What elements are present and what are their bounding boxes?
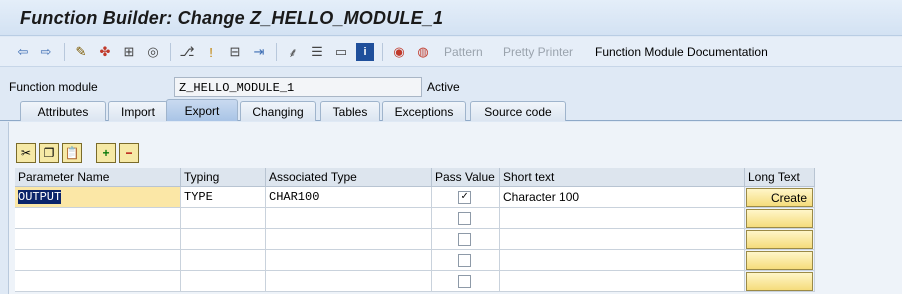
pass-value-checkbox[interactable] — [458, 233, 471, 246]
pass-value-cell — [432, 208, 500, 229]
tab-export[interactable]: Export — [166, 99, 238, 121]
column-header-typing[interactable]: Typing — [181, 168, 266, 187]
paste-icon[interactable]: 📋 — [62, 143, 82, 163]
parameter-name-cell[interactable] — [15, 250, 181, 271]
tab-changing[interactable]: Changing — [240, 101, 316, 121]
navigate-icon[interactable]: ⎇ — [178, 43, 196, 61]
column-header-pass-value[interactable]: Pass Value — [432, 168, 500, 187]
forward-arrow-icon[interactable]: ⇨ — [37, 43, 55, 61]
typing-cell[interactable]: TYPE — [181, 187, 266, 208]
short-text-cell[interactable] — [500, 250, 745, 271]
table-row — [15, 271, 815, 292]
long-text-button[interactable] — [746, 230, 813, 249]
where-used-icon[interactable]: ◎ — [144, 43, 162, 61]
typing-cell[interactable] — [181, 250, 266, 271]
display-object-list-icon[interactable]: ǃ — [202, 43, 220, 61]
pass-value-checkbox[interactable] — [458, 275, 471, 288]
parameter-name-text: OUTPUT — [18, 190, 62, 204]
title-bar: Function Builder: Change Z_HELLO_MODULE_… — [0, 0, 902, 36]
function-module-label: Function module — [9, 80, 98, 94]
window-title: Function Builder: Change Z_HELLO_MODULE_… — [20, 8, 444, 28]
long-text-cell: Create — [745, 187, 815, 208]
stack-icon[interactable]: ⸙ — [284, 43, 302, 61]
pass-value-checkbox[interactable] — [458, 254, 471, 267]
object-list-icon[interactable]: ⊞ — [120, 43, 138, 61]
pass-value-checkbox[interactable]: ✓ — [458, 191, 471, 204]
tab-strip: Attributes Import Export Changing Tables… — [0, 99, 902, 121]
application-toolbar: ⇦ ⇨ ✎ ✤ ⊞ ◎ ⎇ ǃ ⊟ ⇥ ⸙ ☰ ▭ i ◉ ◍ Pattern … — [0, 37, 902, 67]
column-header-parameter-name[interactable]: Parameter Name — [15, 168, 181, 187]
pass-value-cell — [432, 229, 500, 250]
parameter-name-cell[interactable] — [15, 271, 181, 292]
long-text-cell — [745, 208, 815, 229]
parameter-name-cell[interactable] — [15, 229, 181, 250]
delete-icon[interactable]: ◍ — [414, 43, 432, 61]
tab-tables[interactable]: Tables — [320, 101, 380, 121]
delete-row-icon[interactable]: − — [119, 143, 139, 163]
associated-type-cell[interactable]: CHAR100 — [266, 187, 432, 208]
tab-exceptions[interactable]: Exceptions — [382, 101, 466, 121]
pass-value-cell — [432, 271, 500, 292]
toolbar-separator — [170, 43, 171, 61]
column-header-associated-type[interactable]: Associated Type — [266, 168, 432, 187]
long-text-button[interactable] — [746, 272, 813, 291]
long-text-cell — [745, 271, 815, 292]
toolbar-separator — [64, 43, 65, 61]
parameter-name-cell[interactable]: OUTPUT — [15, 187, 181, 208]
column-header-short-text[interactable]: Short text — [500, 168, 745, 187]
associated-type-cell[interactable] — [266, 271, 432, 292]
long-text-cell — [745, 250, 815, 271]
associated-type-cell[interactable] — [266, 250, 432, 271]
typing-cell[interactable] — [181, 271, 266, 292]
typing-cell[interactable] — [181, 229, 266, 250]
short-text-cell[interactable] — [500, 271, 745, 292]
table-row — [15, 208, 815, 229]
screen-icon[interactable]: ☰ — [308, 43, 326, 61]
tab-source-code[interactable]: Source code — [470, 101, 566, 121]
export-tab-content: ✂ ❐ 📋 + − Parameter Name Typing Associat… — [8, 122, 902, 294]
back-arrow-icon[interactable]: ⇦ — [14, 43, 32, 61]
enhance-icon[interactable]: ⊟ — [226, 43, 244, 61]
tab-attributes[interactable]: Attributes — [20, 101, 106, 121]
tab-import[interactable]: Import — [108, 101, 168, 121]
associated-type-cell[interactable] — [266, 229, 432, 250]
long-text-create-button[interactable]: Create — [746, 188, 813, 207]
pattern-button[interactable]: Pattern — [444, 43, 483, 61]
function-module-status: Active — [427, 80, 460, 94]
other-object-icon[interactable]: ◉ — [390, 43, 408, 61]
short-text-cell[interactable] — [500, 229, 745, 250]
pass-value-checkbox[interactable] — [458, 212, 471, 225]
column-header-long-text[interactable]: Long Text — [745, 168, 815, 187]
pretty-printer-button[interactable]: Pretty Printer — [503, 43, 573, 61]
long-text-cell — [745, 229, 815, 250]
function-module-documentation-button[interactable]: Function Module Documentation — [595, 43, 768, 61]
display-change-icon[interactable]: ✎ — [72, 43, 90, 61]
insert-row-icon[interactable]: + — [96, 143, 116, 163]
parameter-name-cell[interactable] — [15, 208, 181, 229]
table-row — [15, 229, 815, 250]
long-text-button[interactable] — [746, 251, 813, 270]
short-text-cell[interactable] — [500, 208, 745, 229]
typing-cell[interactable] — [181, 208, 266, 229]
copy-icon[interactable]: ❐ — [39, 143, 59, 163]
toolbar-separator — [276, 43, 277, 61]
table-row: OUTPUT TYPE CHAR100 ✓ Character 100 Crea… — [15, 187, 815, 208]
toolbar-separator — [382, 43, 383, 61]
pass-value-cell: ✓ — [432, 187, 500, 208]
pass-value-cell — [432, 250, 500, 271]
cut-icon[interactable]: ✂ — [16, 143, 36, 163]
table-row — [15, 250, 815, 271]
long-text-button[interactable] — [746, 209, 813, 228]
function-module-row: Function module Z_HELLO_MODULE_1 Active — [0, 76, 902, 98]
layout-icon[interactable]: ▭ — [332, 43, 350, 61]
active-inactive-icon[interactable]: ✤ — [96, 43, 114, 61]
associated-type-cell[interactable] — [266, 208, 432, 229]
info-icon[interactable]: i — [356, 43, 374, 61]
short-text-cell[interactable]: Character 100 — [500, 187, 745, 208]
function-module-field[interactable]: Z_HELLO_MODULE_1 — [174, 77, 422, 97]
hierarchy-icon[interactable]: ⇥ — [250, 43, 268, 61]
